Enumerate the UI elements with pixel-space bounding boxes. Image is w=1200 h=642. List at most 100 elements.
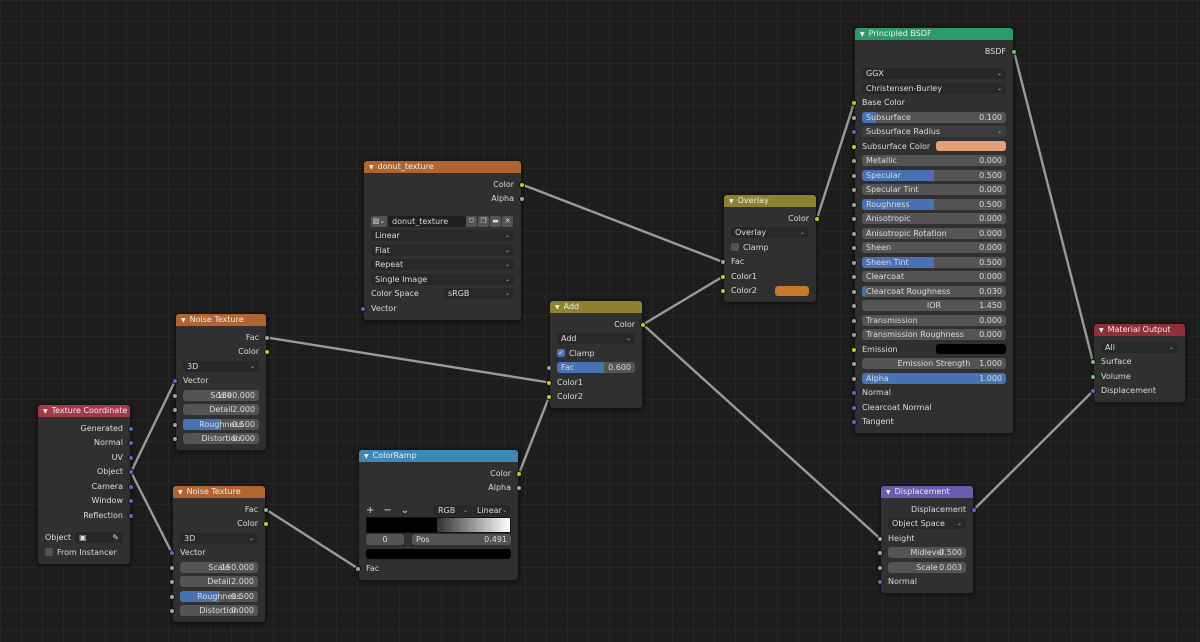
slider-clearcoat[interactable]: Clearcoat 0.000 <box>862 271 1006 283</box>
dropdown-christensen-burley[interactable]: Christensen-Burley ⌄ <box>862 82 1006 94</box>
node-header[interactable]: ▼ Noise Texture <box>176 314 266 326</box>
image-name-field[interactable]: donut_texture <box>388 215 466 227</box>
socket-vector[interactable] <box>169 550 175 556</box>
dropdown-single-image[interactable]: Single Image ⌄ <box>371 273 514 285</box>
socket-float[interactable] <box>851 361 857 367</box>
socket-vector[interactable] <box>971 506 977 513</box>
dropdown-repeat[interactable]: Repeat ⌄ <box>371 259 514 271</box>
dropdown-overlay[interactable]: Overlay ⌄ <box>731 227 809 239</box>
socket-color[interactable] <box>516 470 522 477</box>
socket-float[interactable] <box>851 172 857 179</box>
slider-detail[interactable]: Detail 2.000 <box>180 576 258 588</box>
collapse-triangle-icon[interactable]: ▼ <box>181 317 186 324</box>
eyedropper-icon[interactable]: ✎ <box>112 533 119 542</box>
node-header[interactable]: ▼ ColorRamp <box>359 450 518 462</box>
socket-float[interactable] <box>877 564 883 571</box>
socket-float[interactable] <box>169 564 175 571</box>
collapse-triangle-icon[interactable]: ▼ <box>729 198 734 205</box>
socket-float[interactable] <box>172 436 178 442</box>
socket-float[interactable] <box>519 196 525 202</box>
socket-shader[interactable] <box>1090 373 1096 380</box>
socket-float[interactable] <box>851 187 857 193</box>
socket-vector[interactable] <box>851 390 857 396</box>
slider-midlevel[interactable]: Midlevel 0.500 <box>888 547 966 559</box>
node-texcoord[interactable]: ▼ Texture Coordinate Generated Normal UV Obje… <box>37 404 134 565</box>
socket-color[interactable] <box>851 143 857 150</box>
socket-vector[interactable] <box>128 498 134 504</box>
node-header[interactable]: ▼ Add <box>550 301 642 313</box>
slider-subsurface[interactable]: Subsurface 0.100 <box>862 111 1006 123</box>
dropdown-3d[interactable]: 3D ⌄ <box>180 532 258 544</box>
slider-sheen[interactable]: Sheen 0.000 <box>862 242 1006 254</box>
socket-color[interactable] <box>263 521 269 527</box>
slider-scale[interactable]: Scale 150.000 <box>180 561 258 573</box>
collapse-triangle-icon[interactable]: ▼ <box>369 164 374 171</box>
socket-vector[interactable] <box>128 469 134 475</box>
socket-shader[interactable] <box>1090 359 1096 365</box>
dropdown-all[interactable]: All ⌄ <box>1101 341 1178 353</box>
socket-float[interactable] <box>851 216 857 222</box>
node-donut[interactable]: ▼ donut_texture Color Alpha ▨⌄ donut_texture ⛉… <box>360 160 525 321</box>
socket-float[interactable] <box>851 245 857 251</box>
node-noise1[interactable]: ▼ Noise Texture Fac Color 3D ⌄ Vector Scale 1500… <box>172 313 270 451</box>
socket-color[interactable] <box>546 394 552 400</box>
stop-index-field[interactable]: 0 <box>366 533 404 545</box>
node-header[interactable]: ▼ donut_texture <box>364 161 521 173</box>
socket-float[interactable] <box>851 114 857 121</box>
node-ramp[interactable]: ▼ ColorRamp Color Alpha + − ⌄ RGB ⌄ Linear ⌄ 0 Pos 0.… <box>355 449 522 581</box>
duplicate-icon[interactable]: ❐ <box>478 215 489 227</box>
node-noise2[interactable]: ▼ Noise Texture Fac Color 3D ⌄ Vector Scale 150.… <box>169 485 269 623</box>
socket-vector[interactable] <box>128 440 134 446</box>
socket-float[interactable] <box>172 392 178 399</box>
node-bsdf[interactable]: ▼ Principled BSDF BSDF GGX ⌄ Christensen-Burl… <box>851 27 1017 434</box>
socket-vector[interactable] <box>128 454 134 461</box>
slider-metallic[interactable]: Metallic 0.000 <box>862 155 1006 167</box>
node-header[interactable]: ▼ Material Output <box>1094 324 1185 336</box>
node-header[interactable]: ▼ Overlay <box>724 195 816 207</box>
ramp-menu-icon[interactable]: ⌄ <box>401 505 409 516</box>
socket-float[interactable] <box>877 550 883 556</box>
collapse-triangle-icon[interactable]: ▼ <box>178 489 183 496</box>
checkbox-from-instancer[interactable] <box>45 548 53 557</box>
socket-color[interactable] <box>519 181 525 188</box>
collapse-triangle-icon[interactable]: ▼ <box>886 489 891 496</box>
dropdown-ggx[interactable]: GGX ⌄ <box>862 68 1006 80</box>
socket-float[interactable] <box>263 506 269 513</box>
open-folder-icon[interactable]: ▬ <box>490 215 501 227</box>
node-add[interactable]: ▼ Add Color Add ⌄ ✓ Clamp Fac 0.600 Color1 Color2 <box>546 300 646 409</box>
socket-float[interactable] <box>172 421 178 428</box>
node-overlay[interactable]: ▼ Overlay Color Overlay ⌄ Clamp Fac Color1 Color… <box>720 194 820 303</box>
socket-color[interactable] <box>851 100 857 106</box>
slider-sheen-tint[interactable]: Sheen Tint 0.500 <box>862 256 1006 268</box>
socket-color[interactable] <box>640 321 646 328</box>
collapse-triangle-icon[interactable]: ▼ <box>43 408 48 415</box>
socket-float[interactable] <box>851 201 857 208</box>
unlink-icon[interactable]: ✕ <box>502 215 513 227</box>
checkbox-clamp[interactable] <box>731 243 739 252</box>
socket-float[interactable] <box>169 593 175 600</box>
socket-vector[interactable] <box>877 579 883 585</box>
socket-float[interactable] <box>851 230 857 237</box>
socket-color[interactable] <box>720 273 726 280</box>
socket-color[interactable] <box>851 346 857 353</box>
socket-float[interactable] <box>546 365 552 371</box>
socket-float[interactable] <box>169 608 175 614</box>
node-matout[interactable]: ▼ Material Output All ⌄ Surface Volume Displac… <box>1090 323 1186 403</box>
slider-ior[interactable]: IOR 1.450 <box>862 300 1006 312</box>
dropdown-interp[interactable]: Linear ⌄ <box>473 504 511 516</box>
socket-vector[interactable] <box>851 404 857 411</box>
socket-color[interactable] <box>720 288 726 294</box>
dropdown-linear[interactable]: Linear ⌄ <box>371 230 514 242</box>
image-browse-icon[interactable]: ▨⌄ <box>371 215 387 227</box>
remove-stop-icon[interactable]: − <box>383 505 391 516</box>
socket-float[interactable] <box>851 303 857 309</box>
slider-specular-tint[interactable]: Specular Tint 0.000 <box>862 184 1006 196</box>
node-header[interactable]: ▼ Principled BSDF <box>855 28 1013 40</box>
dropdown-flat[interactable]: Flat ⌄ <box>371 244 514 256</box>
socket-vector[interactable] <box>128 425 134 432</box>
color-swatch[interactable] <box>936 344 1006 355</box>
socket-float[interactable] <box>355 565 361 572</box>
dropdown-color-space[interactable]: sRGB ⌄ <box>444 288 514 300</box>
socket-float[interactable] <box>851 375 857 382</box>
slider-fac[interactable]: Fac 0.600 <box>557 362 635 374</box>
